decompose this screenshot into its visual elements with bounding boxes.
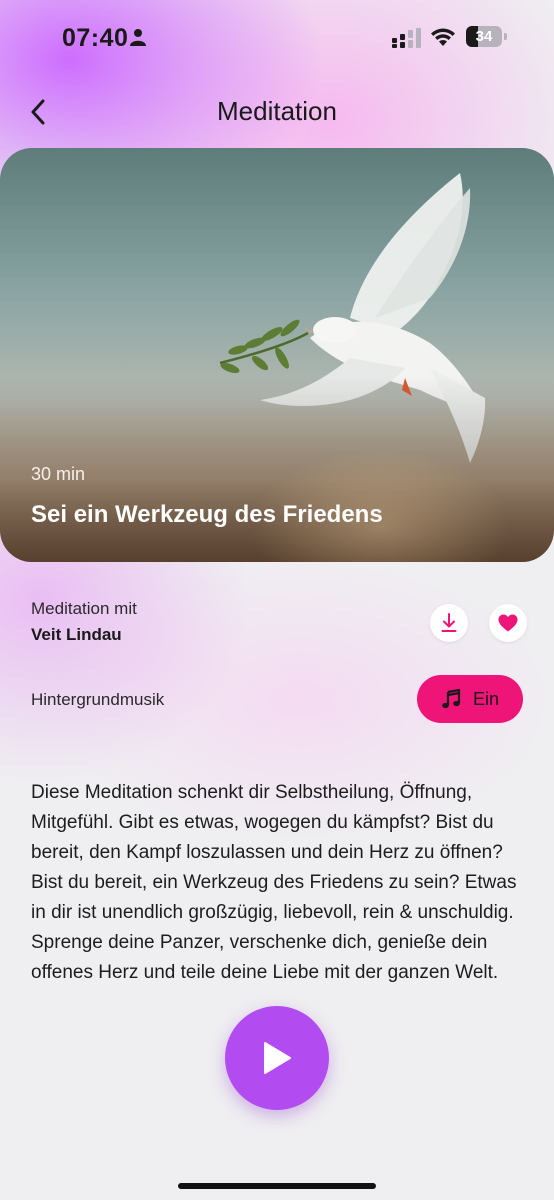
play-icon — [264, 1042, 291, 1074]
teacher-label: Meditation mit — [31, 599, 137, 618]
heart-icon — [498, 614, 518, 632]
signal-icon — [392, 28, 421, 48]
teacher-name[interactable]: Veit Lindau — [31, 625, 122, 645]
favorite-button[interactable] — [489, 604, 527, 642]
status-time: 07:40 — [62, 24, 129, 52]
page-title: Meditation — [217, 96, 337, 126]
battery-icon: 34 — [466, 26, 508, 47]
meditation-description: Diese Meditation schenkt dir Selbstheilu… — [31, 782, 517, 983]
background-music-toggle-label: Ein — [473, 689, 500, 709]
person-icon — [130, 29, 146, 46]
music-note-icon — [442, 689, 461, 709]
status-bar: 07:40 34 — [0, 0, 554, 80]
background-music-label: Hintergrundmusik — [31, 690, 165, 709]
battery-level-text: 34 — [475, 28, 493, 45]
hero-card: 30 min Sei ein Werkzeug des Friedens — [0, 148, 554, 562]
home-indicator — [178, 1183, 376, 1189]
wifi-icon — [431, 28, 455, 46]
download-button[interactable] — [430, 604, 468, 642]
duration-label: 30 min — [31, 464, 86, 484]
play-button[interactable] — [225, 1006, 329, 1110]
background-music-toggle[interactable]: Ein — [417, 675, 523, 723]
download-icon — [441, 613, 457, 632]
meditation-title: Sei ein Werkzeug des Friedens — [31, 501, 383, 528]
